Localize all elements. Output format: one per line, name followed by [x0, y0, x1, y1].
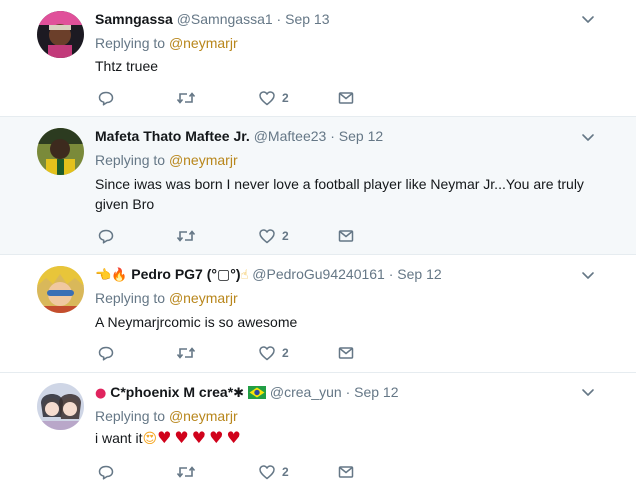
- envelope-icon: [338, 347, 354, 359]
- tweet-header: ● C*phoenix M crea*✱ @crea_yun · Sep 12: [95, 383, 576, 403]
- tweet-text: Thtz truee: [95, 58, 159, 74]
- reply-icon: [98, 91, 114, 106]
- reply-mention-link[interactable]: @neymarjr: [169, 290, 238, 306]
- replying-label: Replying to: [95, 152, 166, 168]
- direct-message-button[interactable]: [337, 226, 355, 246]
- tweet-date[interactable]: Sep 13: [285, 11, 329, 27]
- reply-button[interactable]: [97, 88, 115, 108]
- retweet-button[interactable]: [176, 462, 196, 482]
- tweet-text-body: i want it: [95, 430, 143, 446]
- like-count: 2: [282, 346, 289, 360]
- avatar[interactable]: [37, 128, 84, 175]
- envelope-icon: [338, 92, 354, 104]
- like-button[interactable]: 2: [258, 343, 289, 363]
- tweet-header: Mafeta Thato Maftee Jr. @Maftee23 · Sep …: [95, 127, 576, 145]
- tweet-actions: 2: [97, 88, 367, 108]
- retweet-icon: [176, 466, 196, 478]
- like-button[interactable]: 2: [258, 88, 289, 108]
- direct-message-button[interactable]: [337, 462, 355, 482]
- heart-icon: [259, 91, 275, 106]
- tweet-1[interactable]: Samngassa @Samngassa1 · Sep 13 Replying …: [0, 0, 636, 117]
- replying-to: Replying to @neymarjr: [95, 151, 238, 169]
- display-name[interactable]: C*phoenix M crea*: [110, 384, 233, 400]
- name-emoji-prefix: ●: [95, 386, 107, 401]
- separator-dot: ·: [345, 384, 351, 400]
- tweet-header: Samngassa @Samngassa1 · Sep 13: [95, 10, 576, 28]
- tweet-date[interactable]: Sep 12: [339, 128, 383, 144]
- heart-icon: [259, 346, 275, 361]
- tweet-text: Since iwas was born I never love a footb…: [95, 176, 584, 212]
- like-count: 2: [282, 91, 289, 105]
- heart-eyes-emoji: 😍: [142, 431, 158, 447]
- like-button[interactable]: 2: [258, 462, 289, 482]
- replying-to: Replying to @neymarjr: [95, 289, 238, 307]
- replying-label: Replying to: [95, 408, 166, 424]
- replying-label: Replying to: [95, 290, 166, 306]
- chevron-down-icon[interactable]: [580, 267, 596, 283]
- reply-mention-link[interactable]: @neymarjr: [169, 152, 238, 168]
- name-emoji-suffix: ✱: [233, 386, 245, 401]
- chevron-down-icon[interactable]: [580, 384, 596, 400]
- separator-dot: ·: [330, 128, 335, 144]
- brazil-flag-icon: [247, 385, 266, 403]
- envelope-icon: [338, 466, 354, 478]
- name-emoji-prefix: 👈🔥: [95, 268, 128, 283]
- replying-to: Replying to @neymarjr: [95, 407, 238, 425]
- avatar[interactable]: [37, 11, 84, 58]
- replying-label: Replying to: [95, 35, 166, 51]
- user-handle[interactable]: @Samngassa1: [177, 11, 273, 27]
- reply-mention-link[interactable]: @neymarjr: [169, 408, 238, 424]
- reply-icon: [98, 465, 114, 480]
- user-handle[interactable]: @PedroGu94240161: [252, 266, 385, 282]
- display-name[interactable]: Mafeta Thato Maftee Jr.: [95, 128, 250, 144]
- avatar[interactable]: [37, 266, 84, 313]
- heart-icon: [259, 229, 275, 244]
- tweet-header: 👈🔥 Pedro PG7 (°▢°)☝ @PedroGu94240161 · S…: [95, 265, 576, 285]
- envelope-icon: [338, 230, 354, 242]
- chevron-down-icon[interactable]: [580, 129, 596, 145]
- avatar[interactable]: [37, 383, 84, 430]
- tweet-actions: 2: [97, 343, 367, 363]
- display-name[interactable]: Pedro PG7 (°▢°): [131, 266, 240, 282]
- like-count: 2: [282, 465, 289, 479]
- retweet-icon: [176, 347, 196, 359]
- reply-button[interactable]: [97, 226, 115, 246]
- tweet-4[interactable]: ● C*phoenix M crea*✱ @crea_yun · Sep 12 …: [0, 373, 636, 491]
- retweet-button[interactable]: [176, 343, 196, 363]
- replying-to: Replying to @neymarjr: [95, 34, 238, 52]
- tweet-actions: 2: [97, 226, 367, 246]
- tweet-3[interactable]: 👈🔥 Pedro PG7 (°▢°)☝ @PedroGu94240161 · S…: [0, 255, 636, 373]
- like-count: 2: [282, 229, 289, 243]
- tweet-text: A Neymarjrcomic is so awesome: [95, 314, 298, 330]
- retweet-button[interactable]: [176, 88, 196, 108]
- tweet-2[interactable]: Mafeta Thato Maftee Jr. @Maftee23 · Sep …: [0, 117, 636, 255]
- red-hearts-emoji: ♥♥♥♥♥: [157, 428, 244, 447]
- separator-dot: ·: [276, 11, 282, 27]
- direct-message-button[interactable]: [337, 88, 355, 108]
- tweet-date[interactable]: Sep 12: [397, 266, 441, 282]
- tweet-text: i want it😍♥♥♥♥♥: [95, 428, 595, 449]
- retweet-icon: [176, 230, 196, 242]
- direct-message-button[interactable]: [337, 343, 355, 363]
- reply-mention-link[interactable]: @neymarjr: [169, 35, 238, 51]
- reply-icon: [98, 229, 114, 244]
- user-handle[interactable]: @Maftee23: [254, 128, 327, 144]
- user-handle[interactable]: @crea_yun: [270, 384, 342, 400]
- reply-button[interactable]: [97, 462, 115, 482]
- tweet-actions: 2: [97, 462, 367, 482]
- reply-icon: [98, 346, 114, 361]
- chevron-down-icon[interactable]: [580, 11, 596, 27]
- tweet-date[interactable]: Sep 12: [354, 384, 398, 400]
- name-emoji-suffix: ☝: [240, 268, 249, 283]
- separator-dot: ·: [388, 266, 394, 282]
- like-button[interactable]: 2: [258, 226, 289, 246]
- reply-button[interactable]: [97, 343, 115, 363]
- retweet-icon: [176, 92, 196, 104]
- display-name[interactable]: Samngassa: [95, 11, 173, 27]
- retweet-button[interactable]: [176, 226, 196, 246]
- heart-icon: [259, 465, 275, 480]
